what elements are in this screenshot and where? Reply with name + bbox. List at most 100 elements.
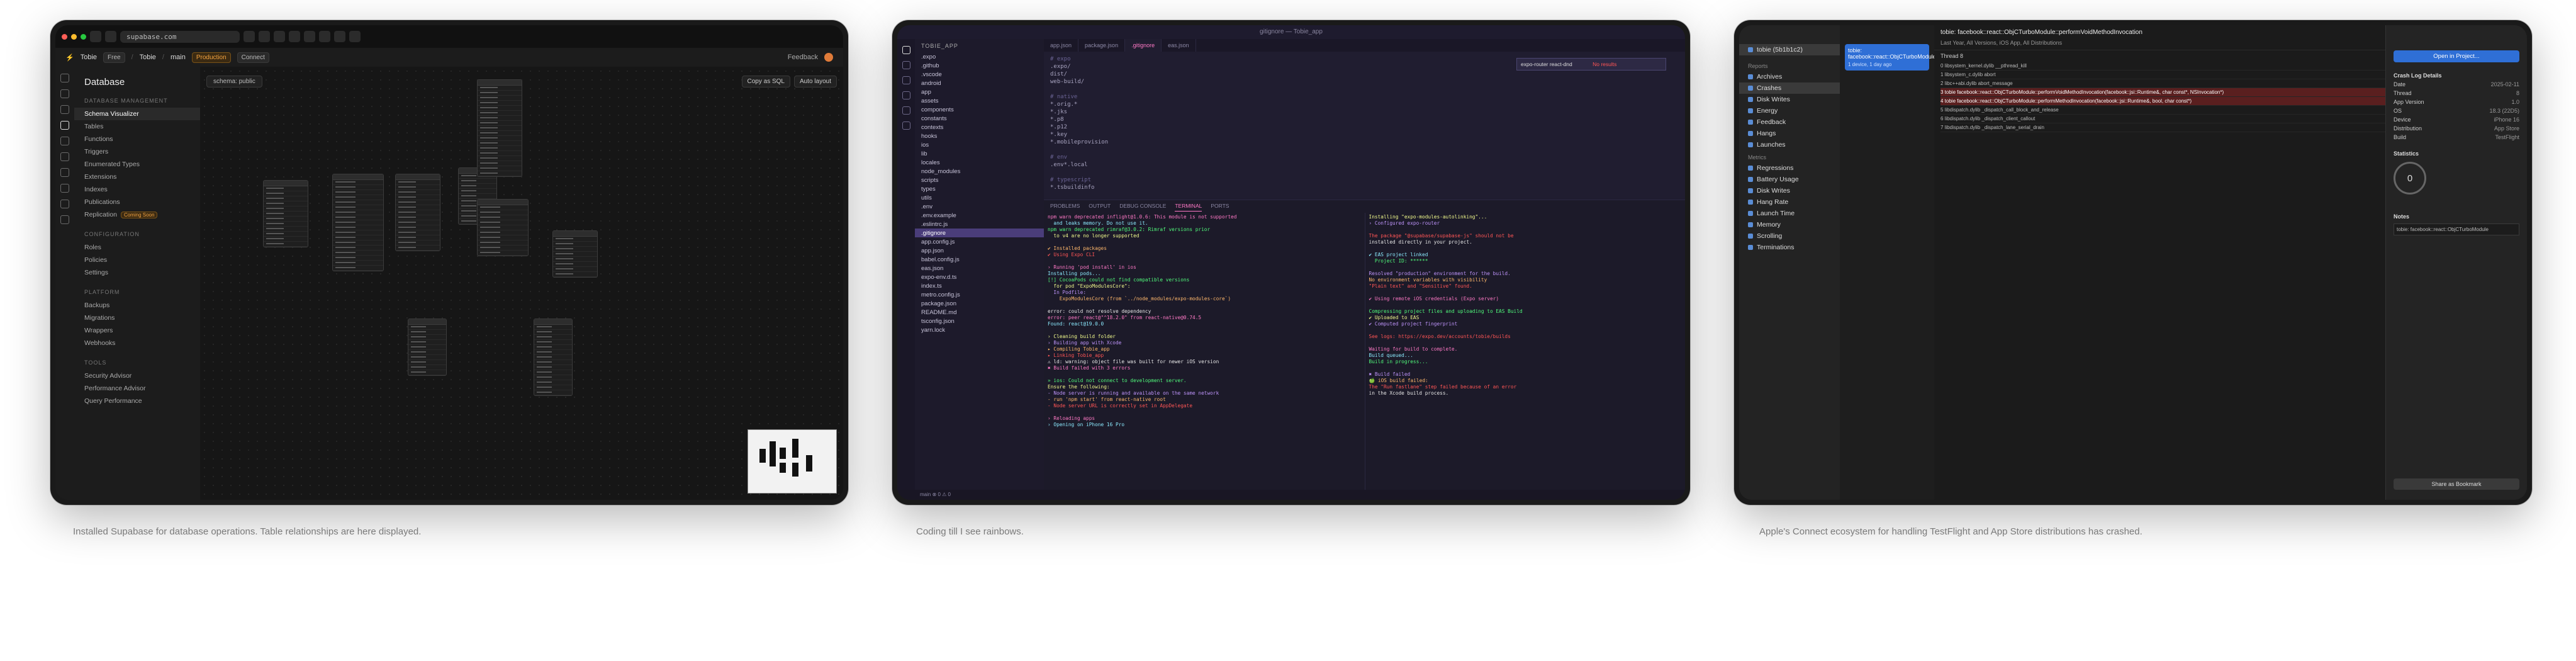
find-input[interactable]: expo-router react-dnd (1521, 61, 1572, 67)
explorer-item[interactable]: assets (915, 96, 1044, 105)
sql-editor-icon[interactable] (60, 105, 69, 114)
sidebar-item[interactable]: Disk Writes (1739, 94, 1840, 105)
share-bookmark-button[interactable]: Share as Bookmark (2394, 478, 2519, 490)
find-widget[interactable]: expo-router react-dnd No results (1516, 58, 1666, 71)
close-window-button[interactable] (62, 33, 67, 40)
sidebar-item[interactable]: Battery Usage (1739, 174, 1840, 185)
explorer-item[interactable]: expo-env.d.ts (915, 273, 1044, 281)
sidebar-item[interactable]: Replication Coming Soon (74, 208, 200, 221)
sidebar-item[interactable]: Webhooks (74, 337, 200, 349)
explorer-item[interactable]: .expo (915, 52, 1044, 61)
storage-icon[interactable] (60, 152, 69, 161)
functions-icon[interactable] (60, 168, 69, 177)
sidebar-item[interactable]: Crashes (1739, 82, 1840, 94)
explorer-item[interactable]: metro.config.js (915, 290, 1044, 299)
reports-icon[interactable] (60, 200, 69, 208)
explorer-item[interactable]: locales (915, 158, 1044, 167)
connect-button[interactable]: Connect (237, 52, 269, 63)
home-icon[interactable] (60, 74, 69, 82)
tab-icon[interactable] (259, 31, 270, 42)
code-area[interactable]: # expo .expo/dist/web-build/ # native *.or… (1044, 52, 1685, 195)
panel-tab[interactable]: TERMINAL (1175, 200, 1202, 212)
sidebar-item[interactable]: Hang Rate (1739, 196, 1840, 208)
sidebar-item[interactable]: Disk Writes (1739, 185, 1840, 196)
stack-frame-row[interactable]: 3 tobie facebook::react::ObjCTurboModule… (1940, 88, 2395, 97)
remote-icon[interactable] (902, 121, 910, 130)
tab-icon[interactable] (349, 31, 361, 42)
panel-tab[interactable]: OUTPUT (1089, 200, 1111, 212)
tab-icon[interactable] (289, 31, 300, 42)
avatar[interactable] (824, 53, 833, 62)
panel-tab[interactable]: DEBUG CONSOLE (1119, 200, 1166, 212)
explorer-item[interactable]: yarn.lock (915, 325, 1044, 334)
sidebar-item[interactable]: Enumerated Types (74, 158, 200, 171)
tab-icon[interactable] (304, 31, 315, 42)
explorer-item[interactable]: README.md (915, 308, 1044, 317)
explorer-item[interactable]: app.config.js (915, 237, 1044, 246)
sidebar-item[interactable]: Schema Visualizer (74, 108, 200, 120)
sidebar-item[interactable]: Roles (74, 241, 200, 254)
table-card[interactable] (552, 230, 598, 278)
address-bar[interactable]: supabase.com (120, 30, 240, 43)
sidebar-item[interactable]: Backups (74, 299, 200, 312)
table-card[interactable] (408, 319, 447, 376)
sidebar-item[interactable]: Scrolling (1739, 230, 1840, 242)
sidebar-item[interactable]: Triggers (74, 145, 200, 158)
stack-frame-row[interactable]: 4 tobie facebook::react::ObjCTurboModule… (1940, 97, 2395, 106)
editor-tab[interactable]: .gitignore (1125, 39, 1162, 52)
explorer-item[interactable]: utils (915, 193, 1044, 202)
explorer-item[interactable]: .vscode (915, 70, 1044, 79)
table-card[interactable] (534, 319, 573, 396)
explorer-item[interactable]: app (915, 88, 1044, 96)
explorer-item[interactable]: .gitignore (915, 229, 1044, 237)
branch-name[interactable]: main (171, 54, 186, 61)
tab-icon[interactable] (105, 31, 116, 42)
stack-frame-row[interactable]: 7 libdispatch.dylib _dispatch_lane_seria… (1940, 123, 2395, 132)
explorer-item[interactable]: .eslintrc.js (915, 220, 1044, 229)
explorer-item[interactable]: constants (915, 114, 1044, 123)
sidebar-item[interactable]: Energy (1739, 105, 1840, 116)
stack-frame-row[interactable]: 2 libc++abi.dylib abort_message (1940, 79, 2395, 88)
sidebar-item[interactable]: Feedback (1739, 116, 1840, 128)
open-in-project-button[interactable]: Open in Project... (2394, 50, 2519, 62)
explorer-icon[interactable] (902, 46, 910, 54)
sidebar-item[interactable]: Policies (74, 254, 200, 266)
sidebar-item[interactable]: Settings (74, 266, 200, 279)
explorer-item[interactable]: .env.example (915, 211, 1044, 220)
explorer-item[interactable]: app.json (915, 246, 1044, 255)
sidebar-item[interactable]: Extensions (74, 171, 200, 183)
tab-icon[interactable] (319, 31, 330, 42)
explorer-item[interactable]: index.ts (915, 281, 1044, 290)
app-selector[interactable]: tobie (5b1b1c2) (1739, 44, 1840, 55)
explorer-item[interactable]: tsconfig.json (915, 317, 1044, 325)
explorer-item[interactable]: node_modules (915, 167, 1044, 176)
explorer-item[interactable]: babel.config.js (915, 255, 1044, 264)
sidebar-item[interactable]: Terminations (1739, 242, 1840, 253)
feedback-button[interactable]: Feedback (788, 54, 818, 61)
stack-frame-row[interactable]: 1 libsystem_c.dylib abort (1940, 71, 2395, 79)
database-icon[interactable] (60, 121, 69, 130)
explorer-item[interactable]: ios (915, 140, 1044, 149)
table-card[interactable] (477, 79, 522, 177)
sidebar-item[interactable]: Memory (1739, 219, 1840, 230)
canvas-minimap[interactable] (748, 429, 837, 494)
sidebar-item[interactable]: Archives (1739, 71, 1840, 82)
sidebar-item[interactable]: Performance Advisor (74, 382, 200, 395)
notes-field[interactable]: tobie: facebook::react::ObjCTurboModule (2394, 223, 2519, 235)
sidebar-item[interactable]: Functions (74, 133, 200, 145)
terminal-right[interactable]: Installing "expo-modules-autolinking"...… (1364, 213, 1686, 490)
table-card[interactable] (263, 180, 308, 247)
sidebar-item[interactable]: Tables (74, 120, 200, 133)
copy-sql-button[interactable]: Copy as SQL (741, 76, 790, 88)
sidebar-item[interactable]: Migrations (74, 312, 200, 324)
table-card[interactable] (332, 174, 384, 271)
editor-tab[interactable]: eas.json (1162, 39, 1196, 52)
explorer-item[interactable]: lib (915, 149, 1044, 158)
sidebar-item[interactable]: Query Performance (74, 395, 200, 407)
panel-tab[interactable]: PORTS (1211, 200, 1229, 212)
stack-frame-row[interactable]: 0 libsystem_kernel.dylib __pthread_kill (1940, 62, 2395, 71)
editor-tab[interactable]: package.json (1078, 39, 1126, 52)
supabase-logo-icon[interactable]: ⚡ (65, 54, 74, 62)
sidebar-item[interactable]: Launches (1739, 139, 1840, 150)
sidebar-item[interactable]: Launch Time (1739, 208, 1840, 219)
